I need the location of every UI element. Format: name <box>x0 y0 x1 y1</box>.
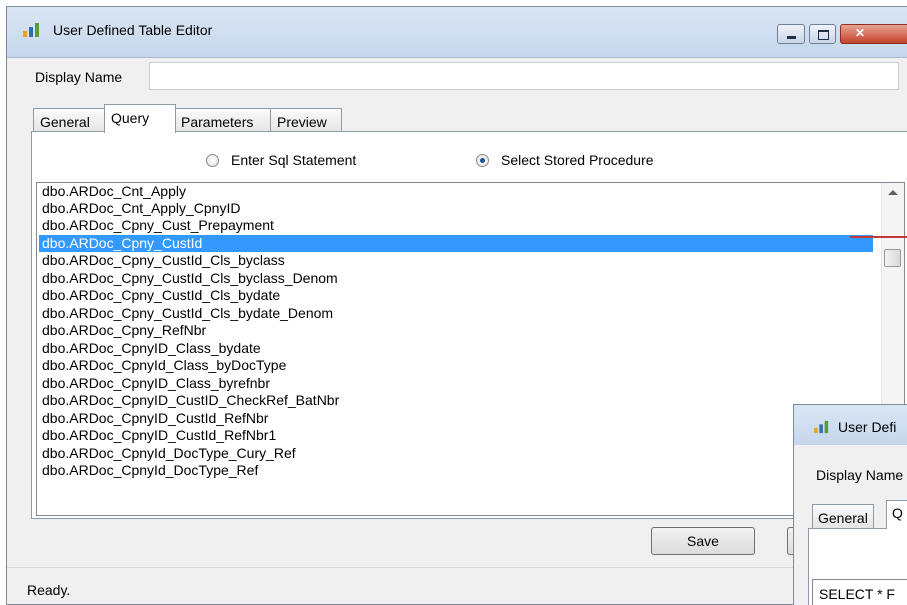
second-tab-query[interactable]: Q <box>886 500 907 529</box>
title-bar[interactable]: User Defined Table Editor ✕ <box>7 7 907 58</box>
list-item-selected[interactable]: dbo.ARDoc_Cpny_CustId <box>39 235 873 252</box>
second-title-bar[interactable]: User Defi <box>794 405 907 445</box>
close-icon: ✕ <box>854 26 866 40</box>
user-defined-table-editor-window: User Defined Table Editor ✕ Display Name… <box>6 6 907 605</box>
tab-general[interactable]: General <box>33 108 106 132</box>
save-button[interactable]: Save <box>651 527 755 555</box>
tab-query[interactable]: Query <box>104 104 176 133</box>
sql-statement-field[interactable]: SELECT * F <box>812 579 907 605</box>
list-item[interactable]: dbo.ARDoc_Cpny_CustId_Cls_byclass_Denom <box>39 270 873 287</box>
select-stored-procedure-radio[interactable] <box>476 154 489 167</box>
list-item[interactable]: dbo.ARDoc_CpnyId_DocType_Ref <box>39 462 873 479</box>
list-item[interactable]: dbo.ARDoc_Cpny_Cust_Prepayment <box>39 217 873 234</box>
list-item[interactable]: dbo.ARDoc_Cpny_RefNbr <box>39 322 873 339</box>
list-item[interactable]: dbo.ARDoc_CpnyID_CustId_RefNbr1 <box>39 427 873 444</box>
second-display-name-label: Display Name <box>816 467 904 483</box>
minimize-button[interactable] <box>777 24 805 44</box>
list-item[interactable]: dbo.ARDoc_CpnyID_Class_byrefnbr <box>39 375 873 392</box>
chart-bars-icon <box>814 420 829 434</box>
enter-sql-radio[interactable] <box>206 154 219 167</box>
stored-procedure-list[interactable]: dbo.ARDoc_Cnt_Apply dbo.ARDoc_Cnt_Apply_… <box>36 182 905 516</box>
list-item[interactable]: dbo.ARDoc_Cnt_Apply <box>39 183 873 200</box>
list-item[interactable]: dbo.ARDoc_CpnyId_Class_byDocType <box>39 357 873 374</box>
status-text: Ready. <box>27 582 71 598</box>
close-button[interactable]: ✕ <box>840 24 907 44</box>
maximize-button[interactable] <box>809 24 836 44</box>
display-name-label: Display Name <box>35 69 123 85</box>
list-item[interactable]: dbo.ARDoc_CpnyID_CustID_CheckRef_BatNbr <box>39 392 873 409</box>
annotation-line <box>850 236 907 238</box>
tab-preview[interactable]: Preview <box>270 108 342 132</box>
list-item[interactable]: dbo.ARDoc_Cpny_CustId_Cls_bydate_Denom <box>39 305 873 322</box>
minimize-icon <box>787 36 796 39</box>
list-item[interactable]: dbo.ARDoc_CpnyID_Class_bydate <box>39 340 873 357</box>
scroll-up-arrow-icon[interactable] <box>888 190 898 195</box>
list-item[interactable]: dbo.ARDoc_CpnyId_DocType_Cury_Ref <box>39 445 873 462</box>
list-item[interactable]: dbo.ARDoc_Cnt_Apply_CpnyID <box>39 200 873 217</box>
chart-bars-icon <box>23 23 39 37</box>
second-window-title: User Defi <box>838 419 897 435</box>
query-panel: Enter Sql Statement Select Stored Proced… <box>31 131 907 519</box>
second-tab-general[interactable]: General <box>812 504 874 528</box>
select-stored-procedure-label[interactable]: Select Stored Procedure <box>501 152 654 168</box>
list-item[interactable]: dbo.ARDoc_Cpny_CustId_Cls_byclass <box>39 252 873 269</box>
maximize-icon <box>818 30 829 40</box>
scrollbar-thumb[interactable] <box>884 249 901 267</box>
second-editor-window: User Defi Display Name General Q SELECT … <box>793 404 907 605</box>
list-item[interactable]: dbo.ARDoc_Cpny_CustId_Cls_bydate <box>39 287 873 304</box>
display-name-field[interactable] <box>149 62 899 90</box>
enter-sql-label[interactable]: Enter Sql Statement <box>231 152 356 168</box>
tab-parameters[interactable]: Parameters <box>174 108 271 132</box>
list-item[interactable]: dbo.ARDoc_CpnyID_CustId_RefNbr <box>39 410 873 427</box>
window-title: User Defined Table Editor <box>53 22 213 38</box>
status-bar: Ready. <box>7 567 907 604</box>
